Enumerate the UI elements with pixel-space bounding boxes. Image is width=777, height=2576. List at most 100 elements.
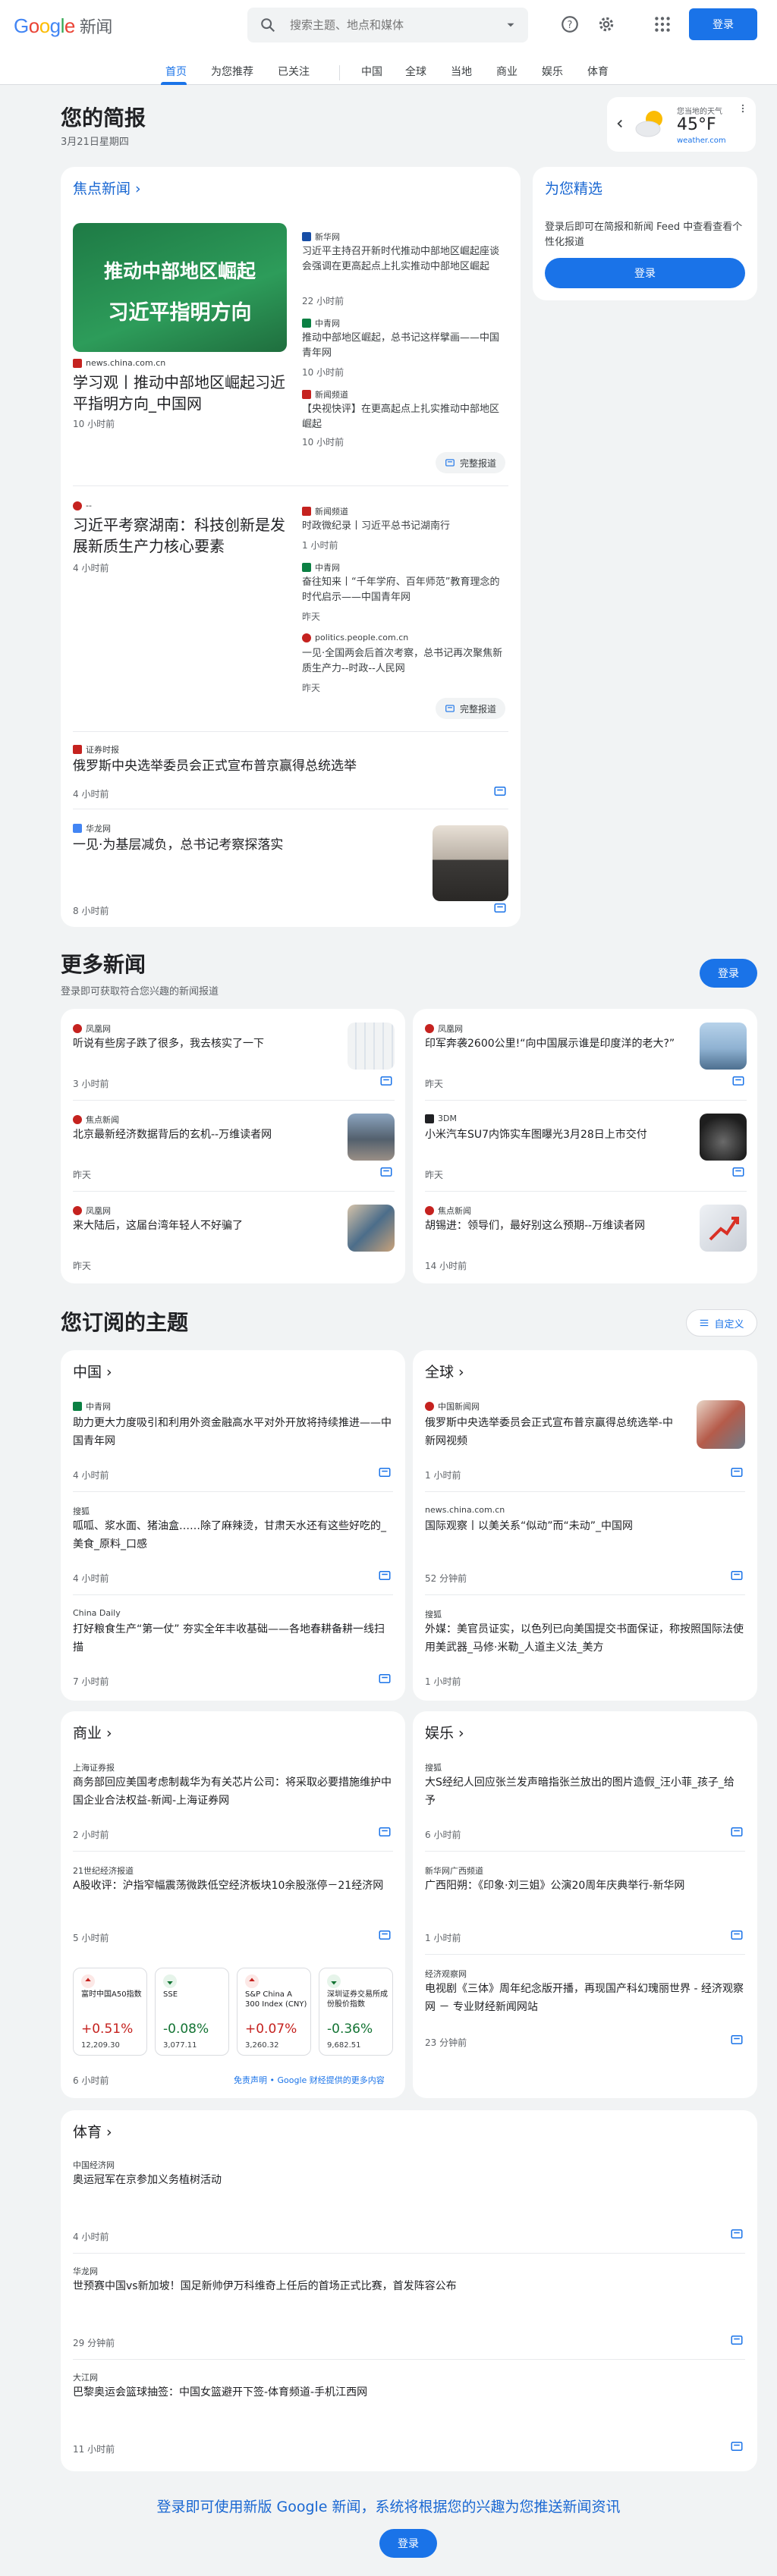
story-thumbnail[interactable] (348, 1114, 395, 1161)
top-stories-heading[interactable]: 焦点新闻 › (73, 177, 141, 198)
search-input[interactable] (290, 15, 495, 35)
story-title[interactable]: 国际观察丨以美关系“似动”而“未动”_中国网 (425, 1517, 744, 1535)
story-title[interactable]: 推动中部地区崛起，总书记这样擘画——中国青年网 (302, 331, 507, 361)
story-title[interactable]: 奋往知来丨“千年学府、百年师范”教育理念的时代启示——中国青年网 (302, 575, 507, 605)
story-title[interactable]: 奥运冠军在京参加义务植树活动 (73, 2171, 725, 2189)
story-title[interactable]: 世预赛中国vs新加坡！国足新帅伊万科维奇上任后的首场正式比赛，首发阵容公布 (73, 2277, 725, 2295)
weather-source[interactable]: weather.com (677, 137, 726, 145)
full-coverage-icon[interactable] (379, 1165, 393, 1179)
gear-icon[interactable] (596, 14, 616, 34)
full-coverage-icon[interactable] (730, 1825, 744, 1839)
story-title[interactable]: 习近平主持召开新时代推动中部地区崛起座谈会强调在更高起点上扎实推动中部地区崛起 (302, 244, 507, 275)
story-title[interactable]: 习近平考察湖南：科技创新是发展新质生产力核心要素 (73, 514, 287, 557)
search-box[interactable] (247, 8, 528, 42)
full-coverage-icon[interactable] (378, 1928, 392, 1942)
nav-home[interactable]: 首页 (165, 64, 187, 79)
story-thumbnail[interactable] (697, 1400, 745, 1449)
story-title[interactable]: 俄罗斯中央选举委员会正式宣布普京赢得总统选举 (73, 757, 498, 775)
full-coverage-icon[interactable] (731, 1074, 745, 1088)
header-signin-button[interactable]: 登录 (689, 8, 757, 40)
story-thumbnail[interactable] (700, 1023, 747, 1070)
nav-for-you[interactable]: 为您推荐 (211, 64, 253, 79)
story-title[interactable]: 印军奔袭2600公里!“向中国展示谁是印度洋的老大?” (425, 1035, 683, 1053)
nav-business[interactable]: 商业 (496, 64, 517, 79)
full-coverage-icon[interactable] (378, 1569, 392, 1582)
nav-local[interactable]: 当地 (451, 64, 472, 79)
story-title[interactable]: 一见·为基层减负，总书记考察探落实 (73, 836, 437, 854)
story-title[interactable]: 来大陆后，这届台湾年轻人不好骗了 (73, 1217, 338, 1235)
story-title[interactable]: 广西阳朔：《印象·刘三姐》公演20周年庆典举行-新华网 (425, 1877, 744, 1895)
story-title[interactable]: A股收评：沪指窄幅震荡微跌低空经济板块10余股涨停－21经济网 (73, 1877, 392, 1895)
help-icon[interactable]: ? (560, 14, 580, 34)
topic-heading-sports[interactable]: 体育 › (73, 2121, 112, 2141)
full-coverage-icon[interactable] (730, 1465, 744, 1479)
story-time: 4 小时前 (73, 563, 109, 573)
story-title[interactable]: 俄罗斯中央选举委员会正式宣布普京赢得总统选举-中新网视频 (425, 1414, 683, 1450)
full-coverage-icon[interactable] (378, 1825, 392, 1839)
weather-widget[interactable]: 您当地的天气 45°F weather.com (607, 97, 756, 152)
full-coverage-icon[interactable] (378, 1465, 392, 1479)
story-title[interactable]: 巴黎奥运会篮球抽签：中国女篮避开下签-体育频道-手机江西网 (73, 2383, 725, 2402)
stock-tile[interactable]: SSE -0.08% 3,077.11 (155, 1968, 229, 2056)
footer-signin-button[interactable]: 登录 (379, 2529, 437, 2558)
nav-world[interactable]: 全球 (405, 64, 426, 79)
google-news-logo[interactable]: Google 新闻 (14, 14, 112, 38)
full-coverage-icon[interactable] (493, 784, 507, 798)
nav-china[interactable]: 中国 (361, 64, 382, 79)
full-coverage-button[interactable]: 完整报道 (436, 698, 506, 719)
full-coverage-icon[interactable] (378, 1672, 392, 1685)
nav-entertainment[interactable]: 娱乐 (542, 64, 563, 79)
story-title[interactable]: 商务部回应美国考虑制裁华为有关芯片公司：将采取必要措施维护中国企业合法权益-新闻… (73, 1773, 392, 1810)
customize-button[interactable]: 自定义 (686, 1309, 757, 1337)
search-icon[interactable] (260, 17, 276, 33)
more-signin-button[interactable]: 登录 (700, 959, 757, 988)
full-coverage-icon[interactable] (730, 2033, 744, 2047)
story-title[interactable]: 一见·全国两会后首次考察，总书记再次聚焦新质生产力--时政--人民网 (302, 646, 507, 677)
full-coverage-icon[interactable] (730, 1928, 744, 1942)
topic-heading-business[interactable]: 商业 › (73, 1722, 112, 1742)
story-title[interactable]: 大S经纪人回应张兰发声暗指张兰放出的图片造假_汪小菲_孩子_给予 (425, 1773, 744, 1810)
story-title[interactable]: 【央视快评】在更高起点上扎实推动中部地区崛起 (302, 402, 507, 432)
story-thumbnail[interactable] (433, 825, 508, 901)
stock-name: 深圳证券交易所成份股价指数 (327, 1990, 388, 2009)
picks-signin-button[interactable]: 登录 (545, 258, 745, 288)
story-title[interactable]: 胡锡进：领导们，最好别这么预期--万维读者网 (425, 1217, 683, 1235)
finance-disclaimer-link[interactable]: 免责声明 • Google 财经提供的更多内容 (234, 2074, 385, 2086)
topic-heading-entertainment[interactable]: 娱乐 › (425, 1722, 464, 1742)
full-coverage-icon[interactable] (730, 2439, 744, 2453)
story-title[interactable]: 听说有些房子跌了很多，我去核实了一下 (73, 1035, 338, 1053)
chevron-down-icon[interactable] (504, 18, 517, 32)
full-coverage-button[interactable]: 完整报道 (436, 452, 506, 473)
full-coverage-icon[interactable] (493, 901, 507, 915)
full-coverage-icon[interactable] (731, 1165, 745, 1179)
story-title[interactable]: 呱呱、浆水面、猪油盒……除了麻辣烫，甘肃天水还有这些好吃的_美食_原料_口感 (73, 1517, 392, 1553)
full-coverage-icon[interactable] (730, 2333, 744, 2347)
stock-tile[interactable]: S&P China A 300 Index (CNY) +0.07% 3,260.3… (237, 1968, 311, 2056)
story-title[interactable]: 打好粮食生产“第一仗” 夯实全年丰收基础——各地春耕备耕一线扫描 (73, 1620, 392, 1657)
story-thumbnail[interactable] (348, 1205, 395, 1252)
apps-grid-icon[interactable] (653, 14, 672, 34)
story-title[interactable]: 学习观丨推动中部地区崛起习近平指明方向_中国网 (73, 372, 287, 414)
stock-tile[interactable]: 深圳证券交易所成份股价指数 -0.36% 9,682.51 (319, 1968, 393, 2056)
topic-heading-china[interactable]: 中国 › (73, 1361, 112, 1381)
story-thumbnail[interactable] (700, 1114, 747, 1161)
story-title[interactable]: 时政微纪录丨习近平总书记湖南行 (302, 519, 507, 534)
nav-following[interactable]: 已关注 (278, 64, 310, 79)
story-title[interactable]: 电视剧《三体》周年纪念版开播，再现国产科幻瑰丽世界 - 经济观察网 － 专业财经… (425, 1980, 744, 2016)
story-thumbnail[interactable] (700, 1205, 747, 1252)
story-title[interactable]: 助力更大力度吸引和利用外资金融高水平对外开放将持续推进——中国青年网 (73, 1414, 392, 1450)
story-thumbnail[interactable] (348, 1023, 395, 1070)
story-title[interactable]: 外媒：美官员证实，以色列已向美国提交书面保证，称按照国际法使用美武器_马修·米勒… (425, 1620, 744, 1657)
full-coverage-icon[interactable] (730, 1569, 744, 1582)
more-vert-icon[interactable] (738, 103, 748, 114)
story-title[interactable]: 小米汽车SU7内饰实车图曝光3月28日上市交付 (425, 1126, 683, 1144)
google-wordmark: Google (14, 14, 75, 37)
full-coverage-icon[interactable] (379, 1074, 393, 1088)
top-story-image[interactable]: 推动中部地区崛起 习近平指明方向 (73, 223, 287, 352)
chevron-left-icon[interactable] (613, 117, 627, 130)
full-coverage-icon[interactable] (730, 2227, 744, 2241)
topic-heading-world[interactable]: 全球 › (425, 1361, 464, 1381)
stock-tile[interactable]: 富时中国A50指数 +0.51% 12,209.30 (73, 1968, 147, 2056)
story-title[interactable]: 北京最新经济数据背后的玄机--万维读者网 (73, 1126, 338, 1144)
nav-sports[interactable]: 体育 (587, 64, 609, 79)
